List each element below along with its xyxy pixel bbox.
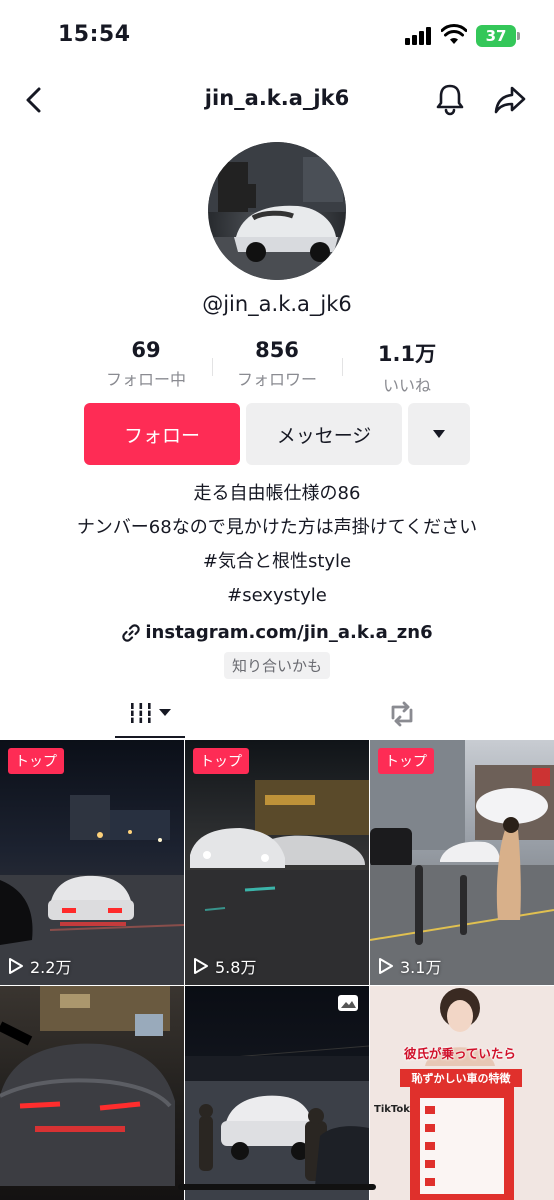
thumbnail-image [370,740,554,985]
play-icon [379,958,393,974]
link-icon [122,624,141,642]
stat-following[interactable]: 69 フォロー中 [81,338,211,390]
grid-bars-icon [129,703,153,723]
active-tab-indicator [115,736,185,738]
profile-username: @jin_a.k.a_jk6 [202,292,352,316]
thumbnail-image [0,986,175,1186]
stat-likes[interactable]: 1.1万 いいね [342,338,472,396]
view-count: 2.2万 [8,954,71,978]
bio-hashtag[interactable]: #気合と根性style [0,548,554,582]
suggestion-tag: 知り合いかも [223,652,330,679]
battery-indicator: 37 [476,25,520,47]
view-count-text: 5.8万 [215,958,257,977]
video-thumbnail[interactable]: 彼氏が乗っていたら 恥ずかしい車の特徴 TikTok [370,986,554,1200]
status-time: 15:54 [58,22,131,47]
caret-down-icon [159,709,171,716]
message-button[interactable]: メッセージ [246,403,402,465]
profile-actions: フォロー メッセージ [0,403,554,465]
photo-icon [338,995,358,1011]
content-tabs [0,688,554,738]
page-title: jin_a.k.a_jk6 [204,86,350,110]
video-thumbnail[interactable] [185,986,369,1200]
stat-followers[interactable]: 856 フォロワー [212,338,342,390]
overlay-title: 彼氏が乗っていたら [404,1046,516,1061]
bio-line: ナンバー68なので見かけた方は声掛けてください [76,517,478,538]
stat-value: 1.1万 [377,342,437,366]
video-thumbnail[interactable] [0,986,184,1200]
view-count-text: 3.1万 [400,958,442,977]
play-icon [9,958,23,974]
profile-stats: 69 フォロー中 856 フォロワー 1.1万 いいね [0,338,554,396]
thumbnail-image [185,780,369,985]
overlay-subtitle: 恥ずかしい車の特徴 [400,1069,522,1087]
bio-link[interactable]: instagram.com/jin_a.k.a_zn6 [0,616,554,650]
thumbnail-image [370,986,554,1200]
video-thumbnail[interactable]: トップ 3.1万 [370,740,554,985]
play-icon [194,958,208,974]
cellular-signal-icon [405,27,433,45]
profile-bio: 走る自由帳仕様の86 ナンバー68なので見かけた方は声掛けてください #気合と根… [0,480,554,679]
video-thumbnail[interactable]: トップ 5.8万 [185,740,369,985]
share-arrow-icon[interactable] [492,82,528,118]
video-thumbnail[interactable]: トップ 2.2万 [0,740,184,985]
caret-down-icon [433,430,445,438]
profile-avatar[interactable] [208,142,346,280]
view-count: 3.1万 [378,954,441,978]
bell-icon[interactable] [432,81,468,117]
battery-level: 37 [485,27,507,45]
stat-value: 69 [131,338,161,362]
tab-videos[interactable] [115,688,185,738]
tiktok-watermark: TikTok [374,1104,410,1115]
view-count: 5.8万 [193,954,256,978]
repost-icon[interactable] [384,696,420,732]
stat-label: フォロワー [236,370,317,389]
nav-bar: jin_a.k.a_jk6 [0,72,554,128]
top-badge: トップ [193,748,249,774]
follow-button[interactable]: フォロー [84,403,240,465]
video-grid: トップ 2.2万 トップ 5.8万 トップ 3.1万 彼氏が乗っていたら 恥ずか… [0,740,554,1200]
stat-value: 856 [255,338,299,362]
top-badge: トップ [8,748,64,774]
bio-link-text: instagram.com/jin_a.k.a_zn6 [145,622,433,643]
bio-hashtag[interactable]: #sexystyle [0,582,554,616]
more-options-button[interactable] [408,403,470,465]
stat-label: フォロー中 [105,370,186,389]
bio-line: 走る自由帳仕様の86 [193,483,361,504]
stat-label: いいね [382,376,431,395]
home-indicator[interactable] [178,1184,376,1190]
thumbnail-image [0,795,184,985]
wifi-icon [441,24,467,44]
status-bar: 15:54 37 [0,0,554,72]
view-count-text: 2.2万 [30,958,72,977]
thumbnail-image [185,1045,369,1200]
top-badge: トップ [378,748,434,774]
avatar-image [208,142,346,280]
